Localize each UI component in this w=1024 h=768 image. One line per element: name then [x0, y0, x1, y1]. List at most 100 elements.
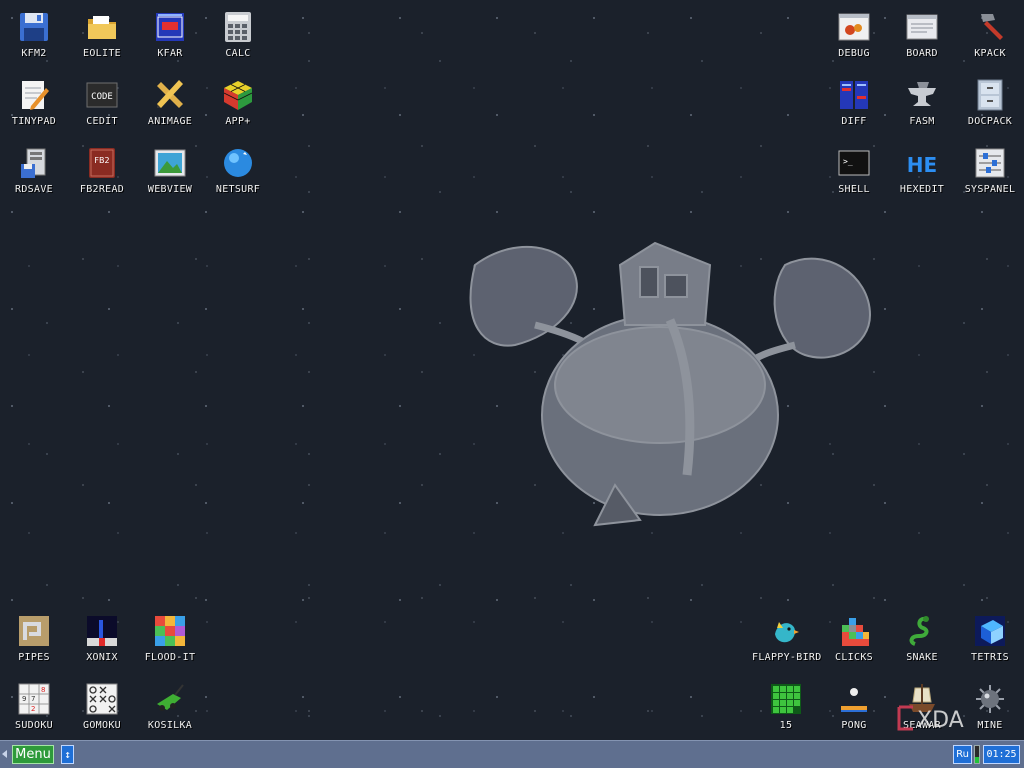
icon-label: SHELL: [838, 184, 870, 195]
xda-watermark-logo: XDA: [897, 705, 964, 733]
desktop-icon-pong[interactable]: PONG: [820, 676, 888, 740]
icon-label: DIFF: [841, 116, 867, 127]
wallpaper-treehouse-planet: [469, 241, 872, 527]
color-grid-icon: [155, 616, 185, 646]
icon-label: CALC: [225, 48, 251, 59]
taskbar-scroll-left-icon[interactable]: [2, 750, 7, 758]
desktop-icon-board[interactable]: BOARD: [888, 4, 956, 68]
notepad-pencil-icon: [22, 81, 49, 110]
desktop-icon-app-plus[interactable]: APP+: [204, 72, 272, 136]
desktop-icon-15[interactable]: 15: [752, 676, 820, 740]
taskbar: Menu ↕ Ru 01:25: [0, 740, 1024, 768]
window-switch-button[interactable]: ↕: [61, 745, 74, 764]
icon-label: ANIMAGE: [147, 116, 193, 127]
icon-label: APP+: [225, 116, 251, 127]
sliders-icon: [975, 148, 1005, 178]
icon-label: CLICKS: [835, 652, 873, 663]
desktop-icon-flood-it[interactable]: FLOOD-IT: [136, 608, 204, 672]
desktop: KFM2 EOLITE KFAR CALC TINYPAD CODE CEDIT…: [0, 0, 1024, 740]
desktop-icon-webview[interactable]: WEBVIEW: [136, 140, 204, 204]
svg-text:>_: >_: [843, 157, 853, 166]
icon-label: SUDOKU: [15, 720, 53, 731]
icon-label: GOMOKU: [83, 720, 121, 731]
svg-text:HE: HE: [907, 153, 937, 177]
clock[interactable]: 01:25: [983, 745, 1020, 764]
pong-icon: [841, 688, 867, 712]
bug-window-icon: [838, 13, 870, 41]
icon-label: TINYPAD: [11, 116, 57, 127]
icon-label: FB2READ: [79, 184, 125, 195]
desktop-icon-flappy-bird[interactable]: FLAPPY-BIRD: [752, 608, 821, 672]
pipes-icon: [19, 616, 49, 646]
icon-label: BOARD: [906, 48, 938, 59]
desktop-icon-animage[interactable]: ANIMAGE: [136, 72, 204, 136]
hammer-icon: [981, 14, 1003, 40]
desktop-icon-diff[interactable]: DIFF: [820, 72, 888, 136]
desktop-icon-kosilka[interactable]: KOSILKA: [136, 676, 204, 740]
desktop-icon-tetris[interactable]: TETRIS: [956, 608, 1024, 672]
bird-icon: [775, 622, 799, 643]
cpu-load-indicator: [974, 745, 980, 764]
svg-text:7: 7: [31, 695, 35, 703]
blocks-icon: [842, 618, 869, 646]
book-icon: FB2: [89, 148, 115, 178]
svg-text:CODE: CODE: [91, 92, 113, 102]
desktop-icon-fasm[interactable]: FASM: [888, 72, 956, 136]
icon-label: EOLITE: [83, 48, 121, 59]
icon-label: SYSPANEL: [964, 184, 1016, 195]
fifteen-puzzle-icon: [771, 684, 801, 714]
icon-label: HEXEDIT: [899, 184, 945, 195]
desktop-icon-sudoku[interactable]: 978 2 SUDOKU: [0, 676, 68, 740]
disk-save-icon: [21, 148, 46, 178]
xonix-icon: [87, 616, 117, 646]
desktop-icon-clicks[interactable]: CLICKS: [820, 608, 888, 672]
floppy-disk-icon: [20, 13, 48, 41]
desktop-icon-kfm2[interactable]: KFM2: [0, 4, 68, 68]
tetris-cube-icon: [975, 616, 1005, 646]
desktop-icon-netsurf[interactable]: NETSURF: [204, 140, 272, 204]
desktop-icon-kfar[interactable]: KFAR: [136, 4, 204, 68]
icon-label: KFM2: [21, 48, 47, 59]
desktop-icon-rdsave[interactable]: RDSAVE: [0, 140, 68, 204]
icon-label: FLOOD-IT: [144, 652, 196, 663]
desktop-icon-fb2read[interactable]: FB2 FB2READ: [68, 140, 136, 204]
icon-label: TETRIS: [971, 652, 1009, 663]
icon-label: KFAR: [157, 48, 183, 59]
anvil-icon: [908, 82, 936, 106]
desktop-icon-debug[interactable]: DEBUG: [820, 4, 888, 68]
desktop-icon-cedit[interactable]: CODE CEDIT: [68, 72, 136, 136]
desktop-icon-gomoku[interactable]: GOMOKU: [68, 676, 136, 740]
globe-icon: [224, 149, 252, 177]
desktop-icon-hexedit[interactable]: HE HEXEDIT: [888, 140, 956, 204]
svg-text:8: 8: [41, 686, 45, 694]
icon-label: RDSAVE: [15, 184, 53, 195]
hex-icon: HE: [907, 153, 937, 177]
desktop-icon-kpack[interactable]: KPACK: [956, 4, 1024, 68]
icon-label: KPACK: [974, 48, 1006, 59]
folder-icon: [88, 16, 116, 39]
icon-label: SNAKE: [906, 652, 938, 663]
web-picture-icon: [154, 149, 186, 177]
file-manager-icon: [156, 13, 184, 41]
icon-label: 15: [779, 720, 793, 731]
keyboard-language-button[interactable]: Ru: [953, 745, 972, 764]
desktop-icon-calc[interactable]: CALC: [204, 4, 272, 68]
terminal-icon: >_: [838, 150, 870, 176]
desktop-icon-pipes[interactable]: PIPES: [0, 608, 68, 672]
desktop-icon-xonix[interactable]: XONIX: [68, 608, 136, 672]
desktop-icon-eolite[interactable]: EOLITE: [68, 4, 136, 68]
snake-icon: [909, 616, 929, 646]
icon-label: KOSILKA: [147, 720, 193, 731]
lawn-mower-icon: [157, 684, 184, 711]
desktop-icon-shell[interactable]: >_ SHELL: [820, 140, 888, 204]
desktop-icon-docpack[interactable]: DOCPACK: [956, 72, 1024, 136]
icon-label: FASM: [909, 116, 935, 127]
menu-button[interactable]: Menu: [12, 745, 54, 764]
icon-label: DEBUG: [838, 48, 870, 59]
icon-label: NETSURF: [215, 184, 261, 195]
desktop-icon-snake[interactable]: SNAKE: [888, 608, 956, 672]
desktop-icon-syspanel[interactable]: SYSPANEL: [956, 140, 1024, 204]
cpu-load-fill: [975, 757, 979, 763]
calculator-icon: [225, 12, 251, 42]
desktop-icon-tinypad[interactable]: TINYPAD: [0, 72, 68, 136]
